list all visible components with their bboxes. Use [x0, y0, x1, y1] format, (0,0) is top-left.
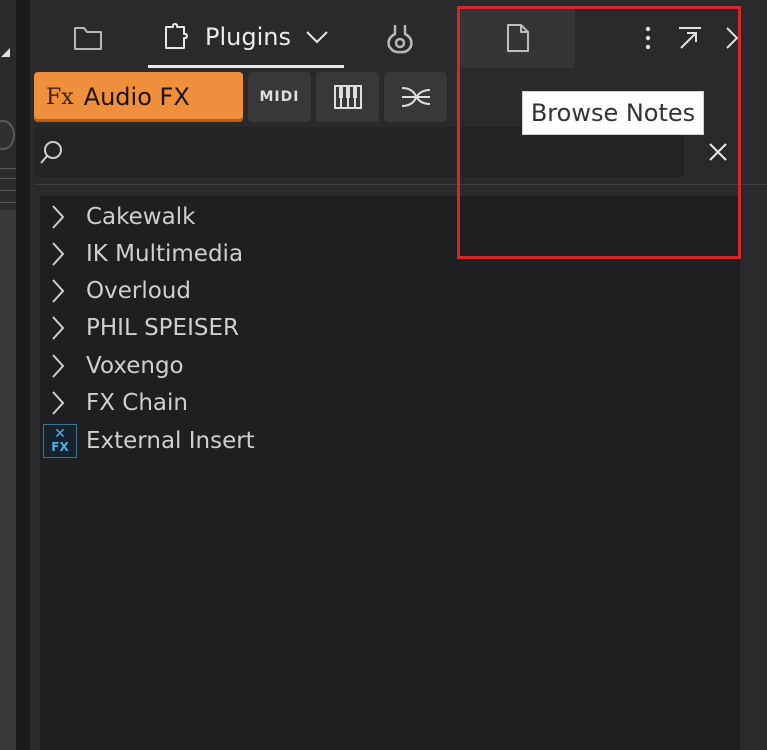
- folder-icon: [74, 27, 102, 50]
- left-divider-line: [0, 190, 16, 191]
- list-item-label: IK Multimedia: [86, 240, 244, 267]
- loop-sample-icon: [387, 25, 413, 54]
- midi-fx-category-button[interactable]: MIDI: [248, 72, 311, 122]
- tab-loops[interactable]: [380, 8, 420, 68]
- chevron-right-icon: [52, 390, 65, 415]
- tab-media-browser[interactable]: [70, 8, 106, 68]
- clear-search-icon[interactable]: [706, 140, 730, 164]
- chevron-right-icon: [52, 315, 65, 340]
- browser-tab-bar: Plugins: [30, 8, 767, 70]
- external-insert-fx-icon: ✕ FX: [43, 423, 77, 458]
- list-item-label: Cakewalk: [86, 203, 196, 230]
- plugin-tree-list: Cakewalk IK Multimedia Overloud PHIL SPE…: [40, 196, 740, 750]
- search-icon: [40, 141, 62, 164]
- search-divider: [34, 184, 767, 185]
- left-knob[interactable]: [0, 120, 15, 150]
- chevron-right-icon: [52, 353, 65, 378]
- list-item[interactable]: ✕ FX External Insert: [40, 422, 255, 459]
- left-divider-line: [0, 202, 16, 203]
- tab-browse-notes[interactable]: [460, 8, 575, 68]
- plugin-search-input[interactable]: [74, 135, 678, 171]
- more-vertical-icon: [645, 26, 651, 50]
- browser-menu-button[interactable]: [636, 8, 660, 68]
- chevron-right-icon: [52, 204, 65, 229]
- list-item[interactable]: Voxengo: [40, 347, 184, 384]
- popout-arrow-icon: [679, 27, 701, 49]
- rewire-category-button[interactable]: [384, 72, 447, 122]
- tab-plugins-label: Plugins: [205, 22, 291, 51]
- list-item-label: Voxengo: [86, 352, 184, 379]
- left-divider-line: [0, 178, 16, 179]
- midi-icon: MIDI: [259, 89, 300, 105]
- chevron-right-icon: [52, 241, 65, 266]
- left-divider-line: [0, 168, 16, 169]
- chevron-down-icon[interactable]: [305, 29, 329, 45]
- rewire-waves-icon: [401, 87, 430, 107]
- panel-gutter: [16, 0, 30, 750]
- left-track-area: [0, 210, 16, 750]
- chevron-right-icon: [726, 27, 739, 49]
- list-item-label: PHIL SPEISER: [86, 314, 239, 341]
- corner-triangle-icon: [1, 48, 10, 57]
- chevron-right-icon: [52, 278, 65, 303]
- list-item[interactable]: Overloud: [40, 272, 191, 309]
- left-panel-strip: [0, 0, 16, 750]
- plugin-puzzle-icon: [165, 22, 189, 49]
- audio-fx-label: Audio FX: [83, 83, 190, 111]
- browse-notes-tooltip: Browse Notes: [522, 91, 704, 135]
- list-item-label: FX Chain: [86, 389, 188, 416]
- piano-keys-icon: [333, 85, 362, 109]
- tab-plugins[interactable]: Plugins: [148, 8, 344, 68]
- list-item-label: External Insert: [86, 427, 255, 454]
- note-document-icon: [506, 24, 529, 52]
- audio-fx-category-button[interactable]: Fx Audio FX: [34, 72, 243, 122]
- list-item[interactable]: IK Multimedia: [40, 235, 243, 272]
- list-item[interactable]: FX Chain: [40, 384, 188, 421]
- float-panel-button[interactable]: [675, 8, 705, 68]
- collapse-panel-button[interactable]: [720, 8, 744, 68]
- audio-fx-icon: Fx: [46, 84, 74, 110]
- list-item[interactable]: Cakewalk: [40, 198, 195, 235]
- list-item[interactable]: PHIL SPEISER: [40, 309, 239, 346]
- instruments-category-button[interactable]: [316, 72, 379, 122]
- list-item-label: Overloud: [86, 277, 191, 304]
